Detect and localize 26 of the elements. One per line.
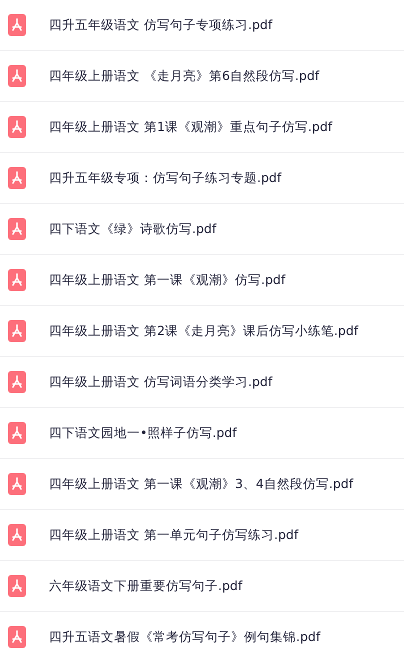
file-name[interactable]: 四年级上册语文 第一单元句子仿写练习.pdf — [49, 526, 298, 544]
file-name[interactable]: 四年级上册语文 第2课《走月亮》课后仿写小练笔.pdf — [49, 322, 358, 340]
pdf-file-icon — [8, 524, 26, 546]
pdf-file-icon — [8, 116, 26, 138]
file-name[interactable]: 四年级上册语文 第一课《观潮》仿写.pdf — [49, 272, 286, 288]
pdf-file-icon — [8, 14, 26, 36]
file-name[interactable]: 四年级上册语文 《走月亮》第6自然段仿写.pdf — [49, 68, 320, 84]
pdf-file-icon — [8, 473, 26, 495]
pdf-file-icon — [8, 575, 26, 597]
pdf-file-icon — [8, 371, 26, 393]
file-name[interactable]: 六年级语文下册重要仿写句子.pdf — [49, 578, 242, 594]
file-name[interactable]: 四年级上册语文 仿写词语分类学习.pdf — [49, 374, 272, 390]
file-name[interactable]: 四下语文园地一•照样子仿写.pdf — [49, 424, 237, 442]
file-name[interactable]: 四下语文《绿》诗歌仿写.pdf — [49, 220, 216, 238]
pdf-file-icon — [8, 626, 26, 648]
pdf-file-icon — [8, 320, 26, 342]
file-name[interactable]: 四升五年级语文 仿写句子专项练习.pdf — [49, 16, 272, 34]
pdf-file-icon — [8, 422, 26, 444]
pdf-file-icon — [8, 218, 26, 240]
file-name[interactable]: 四升五年级专项：仿写句子练习专题.pdf — [49, 170, 282, 186]
file-name[interactable]: 四升五语文暑假《常考仿写句子》例句集锦.pdf — [49, 628, 320, 646]
pdf-file-icon — [8, 65, 26, 87]
file-name[interactable]: 四年级上册语文 第一课《观潮》3、4自然段仿写.pdf — [49, 476, 354, 492]
file-name[interactable]: 四年级上册语文 第1课《观潮》重点句子仿写.pdf — [49, 118, 332, 136]
pdf-file-icon — [8, 269, 26, 291]
pdf-file-icon — [8, 167, 26, 189]
